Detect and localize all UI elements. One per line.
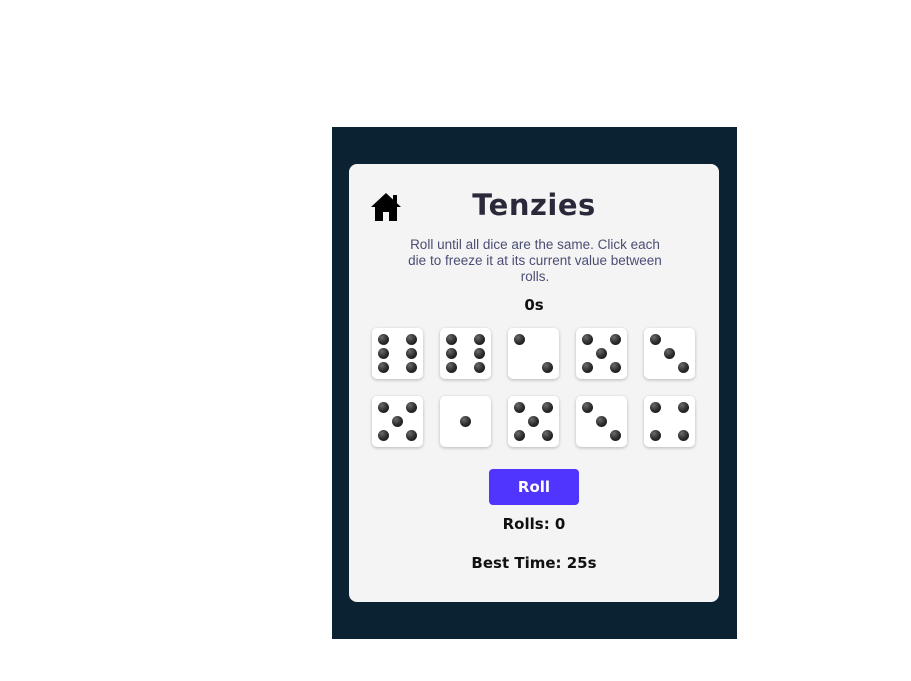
die-pip	[663, 347, 675, 359]
die-pip	[446, 347, 458, 359]
game-card: Tenzies Roll until all dice are the same…	[349, 164, 719, 602]
die-3[interactable]	[508, 328, 559, 379]
die-pip	[378, 334, 390, 346]
die-pip	[650, 334, 662, 346]
die-pip	[405, 347, 417, 359]
die-4[interactable]	[576, 328, 627, 379]
die-pip	[514, 402, 526, 414]
die-pip	[541, 429, 553, 441]
die-pip	[541, 361, 553, 373]
die-pip	[514, 334, 526, 346]
die-8[interactable]	[508, 396, 559, 447]
die-pip	[677, 361, 689, 373]
die-pip	[473, 347, 485, 359]
die-pip	[582, 334, 594, 346]
die-pip	[473, 334, 485, 346]
timer-display: 0s	[524, 296, 544, 314]
die-pip	[527, 415, 539, 427]
die-pip	[514, 429, 526, 441]
rolls-counter: Rolls: 0	[502, 515, 566, 533]
die-pip	[582, 402, 594, 414]
die-10[interactable]	[644, 396, 695, 447]
die-pip	[378, 361, 390, 373]
die-pip	[609, 429, 621, 441]
roll-button[interactable]: Roll	[489, 469, 579, 505]
die-pip	[473, 361, 485, 373]
die-pip	[677, 429, 689, 441]
die-pip	[405, 429, 417, 441]
die-pip	[405, 402, 417, 414]
die-2[interactable]	[440, 328, 491, 379]
die-pip	[378, 347, 390, 359]
die-pip	[405, 334, 417, 346]
die-pip	[677, 402, 689, 414]
app-frame: Tenzies Roll until all dice are the same…	[332, 127, 737, 639]
die-pip	[459, 415, 471, 427]
die-7[interactable]	[440, 396, 491, 447]
die-pip	[595, 347, 607, 359]
die-5[interactable]	[644, 328, 695, 379]
die-pip	[405, 361, 417, 373]
die-pip	[446, 334, 458, 346]
page-title: Tenzies	[472, 188, 596, 222]
best-time: Best Time: 25s	[471, 554, 597, 572]
instructions-text: Roll until all dice are the same. Click …	[408, 237, 662, 284]
die-pip	[650, 402, 662, 414]
dice-grid	[372, 328, 696, 447]
die-pip	[609, 361, 621, 373]
die-pip	[378, 429, 390, 441]
die-pip	[391, 415, 403, 427]
die-pip	[650, 429, 662, 441]
die-pip	[446, 361, 458, 373]
die-6[interactable]	[372, 396, 423, 447]
die-pip	[595, 415, 607, 427]
die-pip	[609, 334, 621, 346]
die-pip	[541, 402, 553, 414]
die-pip	[378, 402, 390, 414]
die-1[interactable]	[372, 328, 423, 379]
die-pip	[582, 361, 594, 373]
die-9[interactable]	[576, 396, 627, 447]
